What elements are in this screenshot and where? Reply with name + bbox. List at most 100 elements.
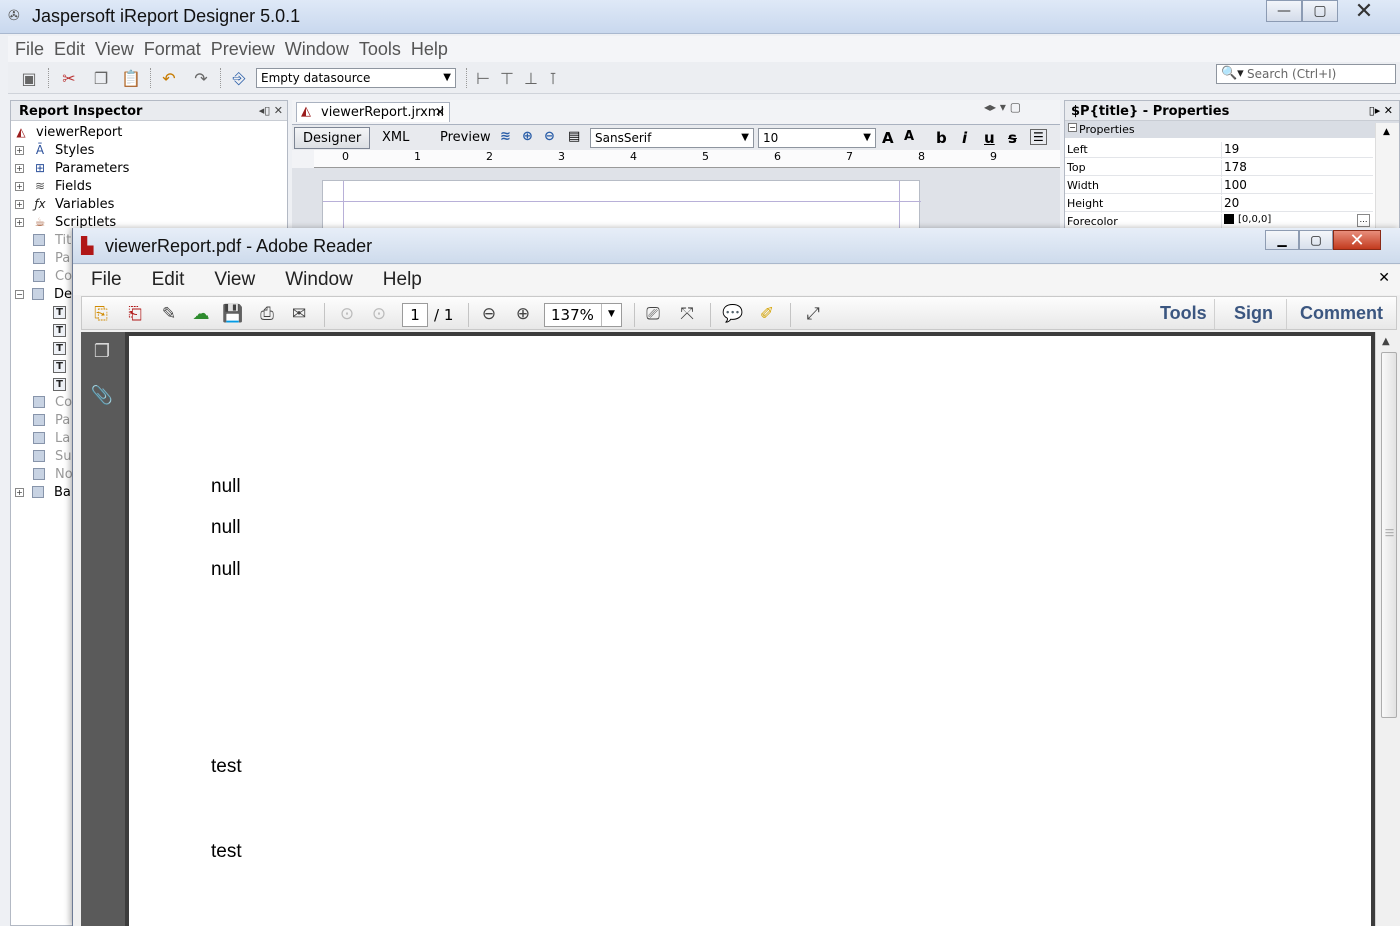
ireport-menu-help[interactable]: Help [408,39,451,60]
tree-item-parameters[interactable]: + ⊞ Parameters [15,159,129,177]
align-width-icon[interactable]: ⊢ [472,68,494,88]
ireport-menu-format[interactable]: Format [141,39,204,60]
expand-icon[interactable]: + [15,487,24,497]
property-top[interactable]: Top 178 [1065,158,1373,177]
print-icon[interactable]: ⎙ [254,301,280,327]
reader-close-button[interactable]: ✕ [1333,230,1381,251]
property-value[interactable]: 20 [1221,196,1239,213]
save-icon[interactable]: 💾 [220,301,246,327]
close-tab-icon[interactable]: ✕ [435,105,445,119]
ireport-search-input[interactable]: 🔍▾ Search (Ctrl+I) [1216,64,1396,84]
tools-link[interactable]: Tools [1160,303,1207,324]
tree-textfield[interactable]: T [53,339,70,357]
increase-font-icon[interactable]: A [882,129,894,147]
zoom-out-icon[interactable]: ⊖ [544,129,555,144]
expand-icon[interactable]: + [15,199,24,209]
vertical-scrollbar[interactable]: ▲ — — — [1375,332,1400,926]
reader-minimize-button[interactable]: ▁ [1265,230,1299,250]
bold-icon[interactable]: b [936,129,947,147]
zoom-in-icon[interactable]: ⊕ [522,129,533,144]
zoom-select[interactable]: 137% ▼ [544,303,622,327]
reader-menu-view[interactable]: View [214,269,255,291]
next-page-icon[interactable]: ⊙ [366,301,392,327]
decrease-font-icon[interactable]: A [904,129,914,144]
tree-band-page-header[interactable]: Pa [33,249,70,267]
property-width[interactable]: Width 100 [1065,176,1373,195]
ireport-menu-edit[interactable]: Edit [51,39,88,60]
full-screen-icon[interactable]: ⤢ [800,301,826,327]
fit-width-icon[interactable]: ⤧ [674,301,700,327]
ireport-maximize-button[interactable]: ▢ [1302,0,1338,22]
same-height-icon[interactable]: ⊺ [542,68,564,88]
underline-icon[interactable]: u [984,129,995,147]
reader-menu-edit[interactable]: Edit [152,269,185,291]
datasource-icon[interactable]: ⎆ [228,68,250,88]
upload-cloud-icon[interactable]: ☁ [188,301,214,327]
fit-page-icon[interactable]: ⎚ [640,301,666,327]
sign-link[interactable]: Sign [1234,303,1273,324]
ireport-menu-tools[interactable]: Tools [356,39,404,60]
ireport-menu-preview[interactable]: Preview [208,39,278,60]
tree-band-background[interactable]: + Ba [15,483,71,501]
align-height-icon[interactable]: ⊤ [496,68,518,88]
font-size-select[interactable]: 10 ▼ [758,128,876,148]
tree-band-column-header[interactable]: Co [33,267,72,285]
tree-band-summary[interactable]: Su [33,447,72,465]
ireport-close-button[interactable]: ✕ [1338,0,1390,24]
copy-icon[interactable]: ❐ [90,68,112,88]
undo-icon[interactable]: ↶ [158,68,180,88]
scrollbar-thumb[interactable]: — — — [1381,352,1397,718]
create-pdf-icon[interactable]: ⎘ [88,301,114,327]
ireport-menu-view[interactable]: View [92,39,137,60]
database-icon[interactable]: ≋ [500,129,511,144]
italic-icon[interactable]: i [962,129,967,147]
panel-controls[interactable]: ◂▯ ✕ [259,104,283,117]
properties-category[interactable]: − Properties [1065,121,1399,138]
close-document-icon[interactable]: ✕ [1378,270,1390,286]
property-value[interactable]: 100 [1221,178,1247,195]
pdf-page[interactable]: null null null test test [129,336,1371,926]
tree-band-column-footer[interactable]: Co [33,393,72,411]
collapse-icon[interactable]: − [1068,123,1077,132]
reader-menu-help[interactable]: Help [383,269,422,291]
font-family-select[interactable]: SansSerif ▼ [590,128,754,148]
tree-item-fields[interactable]: + ≋ Fields [15,177,92,195]
expand-icon[interactable]: + [15,145,24,155]
tree-root[interactable]: ◭ viewerReport [13,123,122,141]
tree-textfield[interactable]: T [53,321,70,339]
tab-preview[interactable]: Preview [432,127,499,149]
tree-textfield[interactable]: T [53,375,70,393]
ireport-menu-file[interactable]: File [12,39,47,60]
tree-item-variables[interactable]: + ƒx Variables [15,195,114,213]
same-width-icon[interactable]: ⊥ [520,68,542,88]
reader-menu-window[interactable]: Window [285,269,353,291]
email-icon[interactable]: ✉ [286,301,312,327]
paste-format-icon[interactable]: ▤ [568,129,580,144]
comment-icon[interactable]: 💬 [720,301,746,327]
tree-band-last-page-footer[interactable]: La [33,429,70,447]
tree-band-detail[interactable]: − De [15,285,72,303]
previous-page-icon[interactable]: ⊙ [334,301,360,327]
zoom-out-icon[interactable]: ⊖ [476,301,502,327]
reader-maximize-button[interactable]: ▢ [1299,230,1333,250]
document-tab[interactable]: ◭ viewerReport.jrxml ✕ [296,102,450,122]
reader-menu-file[interactable]: File [91,269,122,291]
tree-item-styles[interactable]: + Ā Styles [15,141,94,159]
edit-pdf-icon[interactable]: ✎ [156,301,182,327]
panel-controls[interactable]: ▯▸ ✕ [1369,104,1393,117]
cut-icon[interactable]: ✂ [58,68,80,88]
property-height[interactable]: Height 20 [1065,194,1373,213]
tree-textfield[interactable]: T [53,357,70,375]
tab-xml[interactable]: XML [374,127,417,149]
attachments-icon[interactable]: 📎 [91,384,113,406]
tree-band-no-data[interactable]: No [33,465,73,483]
tree-band-page-footer[interactable]: Pa [33,411,70,429]
collapse-icon[interactable]: − [15,289,24,299]
expand-icon[interactable]: + [15,163,24,173]
strikethrough-icon[interactable]: s [1008,129,1017,147]
save-all-icon[interactable]: ▣ [18,68,40,88]
expand-icon[interactable]: + [15,217,24,227]
highlight-icon[interactable]: ✐ [754,301,780,327]
property-left[interactable]: Left 19 [1065,140,1373,159]
create-pdf-online-icon[interactable]: ⎗ [122,301,148,327]
